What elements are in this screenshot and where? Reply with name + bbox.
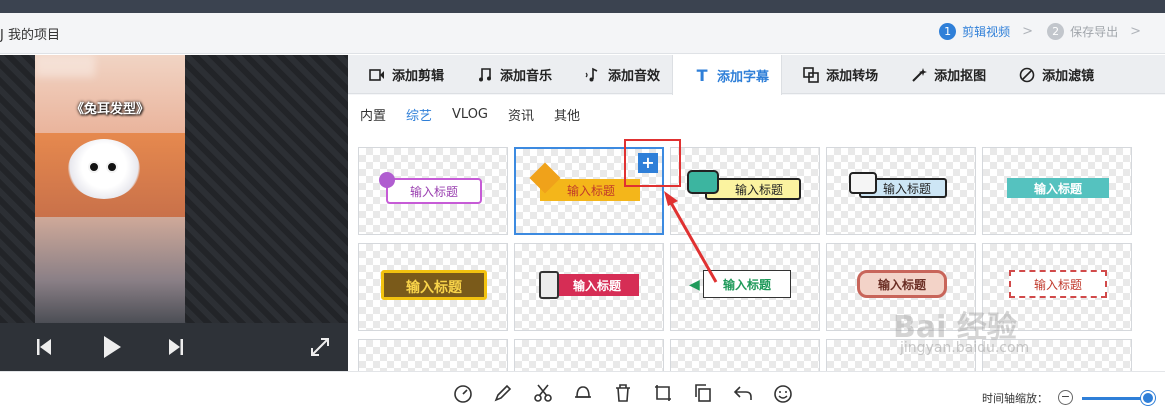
playback-controls [0, 323, 348, 371]
breadcrumb[interactable]: J 我的项目 [0, 24, 60, 43]
step-edit-video[interactable]: 1 剪辑视频 [939, 23, 1010, 40]
tab-label: 添加滤镜 [1042, 69, 1095, 84]
template-label: 输入标题 [722, 278, 771, 292]
category-variety[interactable]: 综艺 [406, 105, 432, 124]
play-icon[interactable] [102, 335, 122, 359]
tab-add-music[interactable]: 添加音乐 [456, 55, 564, 94]
pencil-icon[interactable] [492, 382, 514, 404]
step-number: 1 [939, 23, 957, 40]
previous-icon[interactable] [36, 338, 52, 356]
template-label: 输入标题 [406, 280, 462, 296]
tab-add-sound-effect[interactable]: 添加音效 [564, 55, 672, 94]
fullscreen-icon[interactable] [310, 337, 330, 357]
tab-label: 添加音乐 [500, 69, 553, 84]
window-top-strip [0, 0, 1165, 13]
template-label: 输入标题 [877, 278, 926, 292]
trash-icon[interactable] [612, 382, 634, 404]
step-label: 保存导出 [1070, 25, 1119, 39]
zoom-out-button[interactable]: − [1058, 390, 1073, 405]
tab-label: 添加音效 [608, 69, 661, 84]
tab-label: 添加抠图 [934, 69, 987, 84]
video-camera-icon [369, 68, 384, 81]
magic-wand-icon [912, 67, 928, 82]
category-news[interactable]: 资讯 [508, 105, 534, 124]
crop-icon[interactable] [652, 382, 674, 404]
undo-icon[interactable] [732, 382, 754, 404]
edit-panel: 添加剪辑 添加音乐 添加音效 T 添加字幕 添加转场 添加抠图 添加滤镜 内置 … [348, 55, 1165, 371]
zoom-label: 时间轴缩放： [982, 392, 1048, 405]
text-t-icon: T [696, 65, 708, 85]
tab-label: 添加字幕 [717, 69, 770, 85]
tab-add-filter[interactable]: 添加滤镜 [998, 55, 1106, 94]
tab-label: 添加转场 [826, 69, 879, 84]
logo-blur [35, 55, 95, 77]
character-eye [88, 161, 100, 173]
feature-tabs: 添加剪辑 添加音乐 添加音效 T 添加字幕 添加转场 添加抠图 添加滤镜 [348, 55, 1165, 95]
copy-icon[interactable] [692, 382, 714, 404]
tab-add-subtitle[interactable]: T 添加字幕 [672, 55, 783, 95]
step-number: 2 [1047, 23, 1065, 40]
music-note-icon [479, 67, 492, 81]
tab-label: 添加剪辑 [392, 69, 445, 84]
zoom-slider-handle[interactable] [1141, 391, 1155, 405]
filter-icon [1019, 67, 1035, 82]
subtitle-template[interactable]: 输入标题 [514, 243, 664, 331]
transition-icon [803, 66, 819, 83]
subtitle-template[interactable]: 输入标题 [982, 147, 1132, 235]
project-header: J 我的项目 1 剪辑视频 > 2 保存导出 > [0, 13, 1165, 54]
subtitle-template[interactable]: 输入标题 [358, 147, 508, 235]
chevron-right-icon: > [1022, 24, 1034, 39]
subtitle-template[interactable]: 输入标题 [826, 147, 976, 235]
step-save-export[interactable]: 2 保存导出 [1047, 23, 1118, 40]
camera-icon [687, 170, 719, 194]
sound-effect-icon [585, 67, 598, 81]
next-icon[interactable] [168, 338, 184, 356]
arrow-left-icon: ◀ [689, 277, 700, 293]
bell-icon[interactable] [572, 382, 594, 404]
template-label: 输入标题 [882, 182, 931, 196]
subtitle-template[interactable] [514, 339, 664, 371]
workflow-steps: 1 剪辑视频 > 2 保存导出 > [939, 23, 1155, 40]
subtitle-template[interactable]: ◀ 输入标题 [670, 243, 820, 331]
template-label: 输入标题 [734, 183, 783, 197]
subtitle-template[interactable]: 输入标题 [670, 147, 820, 235]
character-eye [106, 161, 118, 173]
subtitle-template-grid: 输入标题 输入标题 输入标题 输入标题 输入标题 输入标题 输入标题 ◀ 输入标… [348, 133, 1165, 371]
video-lower-blur [35, 217, 185, 323]
emoji-add-icon[interactable] [772, 382, 794, 404]
subtitle-template[interactable]: 输入标题 [358, 243, 508, 331]
video-preview-panel: 《兔耳发型》 [0, 55, 348, 323]
category-other[interactable]: 其他 [554, 105, 580, 124]
bottom-toolbar: 时间轴缩放： − [0, 371, 1165, 407]
video-caption: 《兔耳发型》 [70, 102, 149, 117]
subtitle-categories: 内置 综艺 VLOG 资讯 其他 [348, 95, 1165, 133]
chevron-right-icon: > [1130, 24, 1141, 39]
template-label: 输入标题 [1033, 278, 1082, 292]
template-label: 输入标题 [1033, 182, 1082, 196]
fluffy-character [68, 139, 140, 199]
template-label: 输入标题 [566, 184, 615, 198]
subtitle-template[interactable] [358, 339, 508, 371]
video-frame[interactable]: 《兔耳发型》 [35, 55, 185, 323]
tab-add-clip[interactable]: 添加剪辑 [348, 55, 456, 94]
zoom-slider-track[interactable] [1082, 397, 1150, 400]
tab-add-cutout[interactable]: 添加抠图 [890, 55, 998, 94]
category-vlog[interactable]: VLOG [452, 107, 488, 122]
category-builtin[interactable]: 内置 [360, 105, 386, 124]
step-label: 剪辑视频 [962, 25, 1011, 39]
tab-add-transition[interactable]: 添加转场 [782, 55, 890, 94]
subtitle-template[interactable] [670, 339, 820, 371]
template-label: 输入标题 [409, 185, 458, 199]
watermark-url: jingyan.baidu.com [900, 340, 1030, 356]
highlight-box [624, 139, 681, 187]
template-label: 输入标题 [572, 279, 621, 293]
speed-gauge-icon[interactable] [452, 382, 474, 404]
scissors-icon[interactable] [532, 382, 554, 404]
